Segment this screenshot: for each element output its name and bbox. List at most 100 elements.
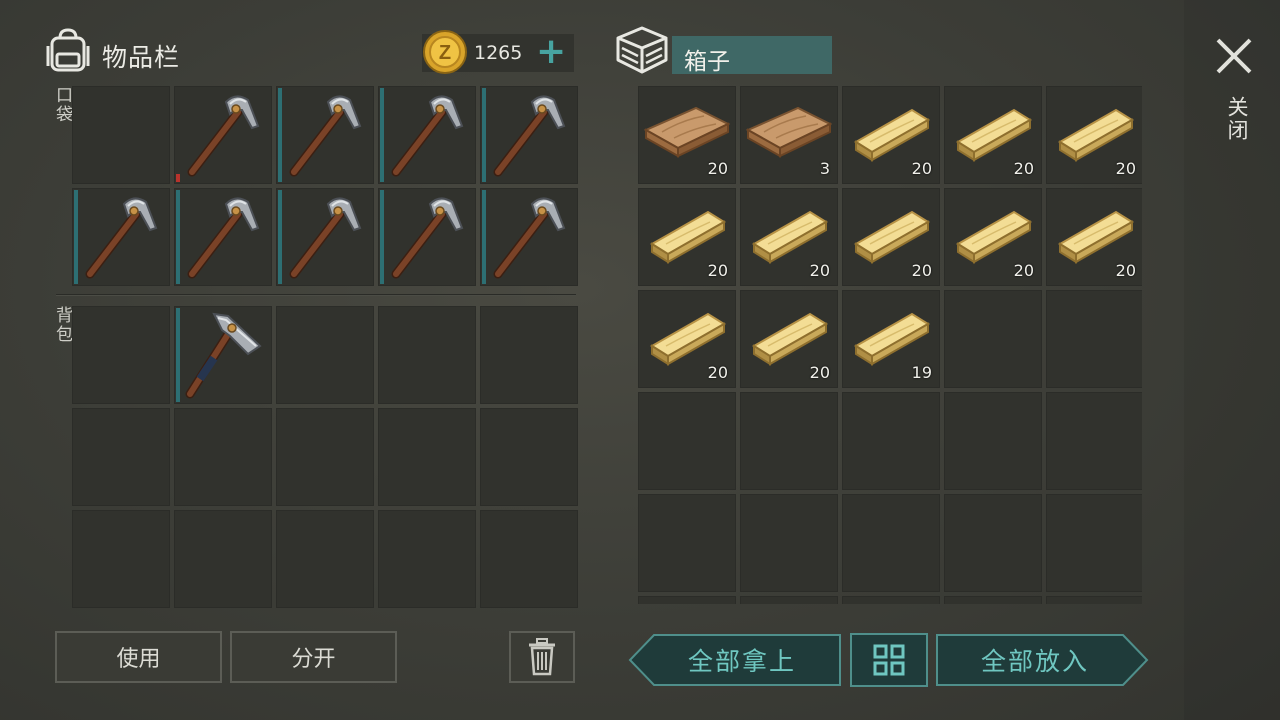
container-slot[interactable]: 20	[1046, 188, 1142, 286]
backpack-slot[interactable]	[72, 408, 170, 506]
pickaxe-icon	[391, 95, 464, 177]
container-slot[interactable]	[944, 392, 1042, 490]
pocket-slot[interactable]	[174, 86, 272, 184]
pickaxe-icon	[493, 197, 566, 279]
container-slot[interactable]: 20	[842, 188, 940, 286]
pickaxe-icon	[187, 197, 260, 279]
container-slot[interactable]: 20	[638, 188, 736, 286]
container-slot[interactable]	[944, 494, 1042, 592]
backpack-slot[interactable]	[276, 510, 374, 608]
backpack-grid	[72, 306, 578, 608]
pickaxe-icon	[85, 197, 158, 279]
container-slot[interactable]: 20	[842, 86, 940, 184]
backpack-slot[interactable]	[480, 306, 578, 404]
sort-grid-icon	[873, 644, 905, 676]
item-quantity: 20	[707, 159, 728, 178]
container-slot[interactable]	[1046, 596, 1142, 604]
item-quantity: 20	[809, 363, 830, 382]
backpack-icon	[46, 28, 90, 72]
backpack-slot[interactable]	[72, 306, 170, 404]
container-slot[interactable]: 20	[944, 188, 1042, 286]
container-slot[interactable]	[1046, 290, 1142, 388]
pocket-slot[interactable]	[480, 188, 578, 286]
container-grid: 20 3 20 20 20 20 20 20 20 20 20 20 19	[638, 86, 1142, 604]
container-slot[interactable]	[638, 392, 736, 490]
coin-count: 1265	[474, 42, 523, 64]
svg-text:Z: Z	[439, 42, 451, 64]
item-quantity: 20	[707, 363, 728, 382]
backpack-slot[interactable]	[378, 510, 476, 608]
trash-icon	[529, 638, 555, 676]
container-slot[interactable]: 20	[740, 290, 838, 388]
inventory-title: 物品栏	[102, 43, 181, 72]
backpack-slot[interactable]	[174, 510, 272, 608]
coin-icon: Z	[423, 30, 467, 74]
container-title: 箱子	[684, 49, 730, 75]
close-button-label[interactable]: 关闭	[1222, 96, 1252, 142]
add-coins-button[interactable]: +	[536, 34, 566, 72]
item-quantity: 20	[1013, 261, 1034, 280]
item-quantity: 20	[1115, 159, 1136, 178]
container-slot[interactable]: 20	[638, 86, 736, 184]
pickaxe-icon	[187, 95, 260, 177]
backpack-slot[interactable]	[276, 306, 374, 404]
item-quantity: 20	[707, 261, 728, 280]
backpack-slot[interactable]	[174, 408, 272, 506]
backpack-slot[interactable]	[174, 306, 272, 404]
container-slot[interactable]	[842, 596, 940, 604]
backpack-slot[interactable]	[480, 408, 578, 506]
pickaxe-icon	[289, 95, 362, 177]
close-icon[interactable]	[1212, 34, 1256, 78]
use-button[interactable]: 使用	[55, 631, 222, 683]
container-slot[interactable]: 20	[944, 86, 1042, 184]
container-slot[interactable]	[638, 596, 736, 604]
container-slot[interactable]: 19	[842, 290, 940, 388]
pocket-slot[interactable]	[378, 86, 476, 184]
item-quantity: 20	[1115, 261, 1136, 280]
pocket-slot[interactable]	[72, 86, 170, 184]
section-divider	[56, 294, 576, 296]
container-slot[interactable]	[842, 494, 940, 592]
container-slot[interactable]: 20	[638, 290, 736, 388]
take-all-button[interactable]: 全部拿上	[628, 633, 842, 687]
container-slot[interactable]	[740, 494, 838, 592]
backpack-slot[interactable]	[276, 408, 374, 506]
put-all-label: 全部放入	[980, 647, 1089, 676]
sort-button[interactable]	[850, 633, 928, 687]
container-slot[interactable]	[944, 596, 1042, 604]
put-all-button[interactable]: 全部放入	[935, 633, 1149, 687]
container-slot[interactable]	[1046, 494, 1142, 592]
container-slot[interactable]	[842, 392, 940, 490]
backpack-slot[interactable]	[480, 510, 578, 608]
backpack-slot[interactable]	[378, 408, 476, 506]
container-slot[interactable]: 20	[1046, 86, 1142, 184]
item-quantity: 20	[809, 261, 830, 280]
container-slot[interactable]: 20	[740, 188, 838, 286]
crate-icon	[616, 26, 668, 74]
pickaxe-icon	[391, 197, 464, 279]
container-slot[interactable]	[638, 494, 736, 592]
pocket-slot[interactable]	[480, 86, 578, 184]
hatchet-icon	[185, 312, 262, 399]
pocket-slot[interactable]	[276, 86, 374, 184]
container-slot[interactable]	[740, 596, 838, 604]
pocket-slot[interactable]	[174, 188, 272, 286]
item-quantity: 20	[911, 159, 932, 178]
pickaxe-icon	[493, 95, 566, 177]
item-quantity: 20	[911, 261, 932, 280]
backpack-slot[interactable]	[72, 510, 170, 608]
take-all-label: 全部拿上	[687, 647, 796, 676]
pocket-slot[interactable]	[276, 188, 374, 286]
container-slot[interactable]	[944, 290, 1042, 388]
item-quantity: 20	[1013, 159, 1034, 178]
pocket-slot[interactable]	[378, 188, 476, 286]
pocket-slot[interactable]	[72, 188, 170, 286]
trash-button[interactable]	[509, 631, 575, 683]
container-slot[interactable]	[1046, 392, 1142, 490]
backpack-slot[interactable]	[378, 306, 476, 404]
container-slot[interactable]: 3	[740, 86, 838, 184]
container-slot[interactable]	[740, 392, 838, 490]
split-button[interactable]: 分开	[230, 631, 397, 683]
container-scroll-area[interactable]: 20 3 20 20 20 20 20 20 20 20 20 20 19	[636, 84, 1142, 604]
item-quantity: 3	[819, 159, 830, 178]
